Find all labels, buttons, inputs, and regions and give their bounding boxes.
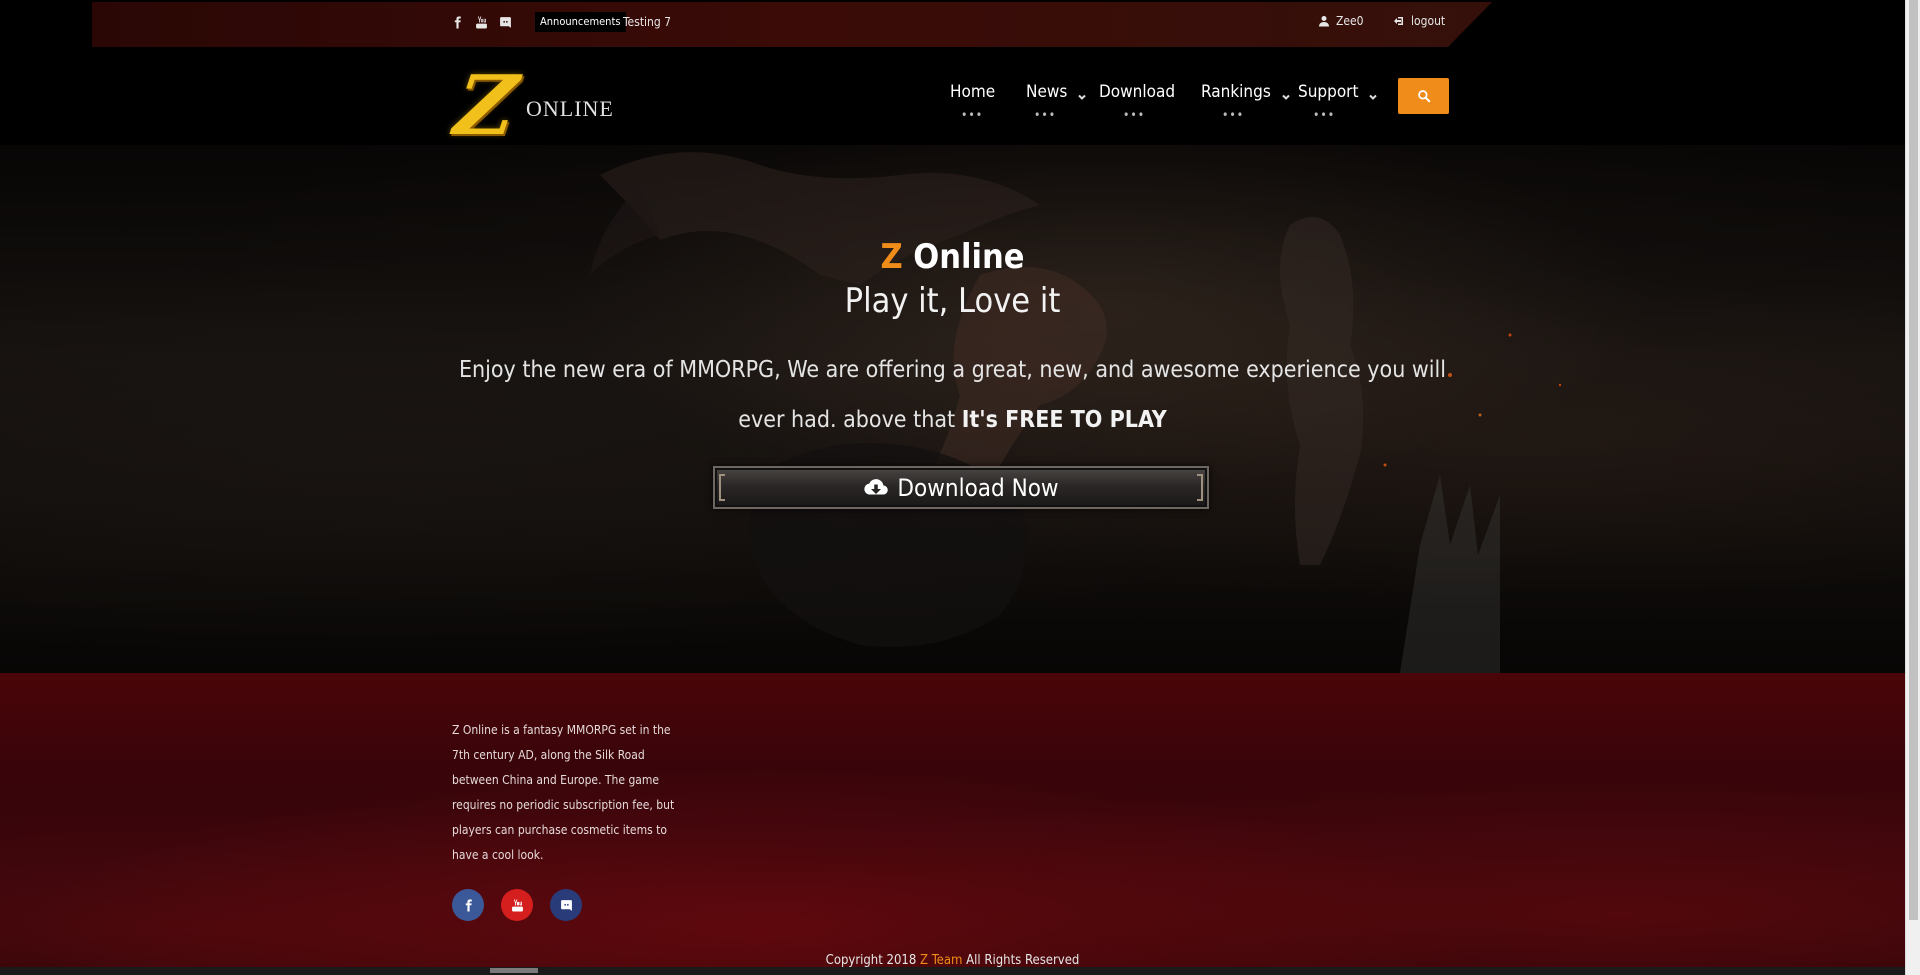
nav-news-dots: ••• bbox=[1034, 108, 1057, 122]
nav-rankings-label: Rankings bbox=[1201, 82, 1271, 102]
logout-label: logout bbox=[1411, 14, 1446, 28]
hero-title: Z Online bbox=[0, 237, 1905, 277]
chevron-down-icon bbox=[1368, 87, 1378, 100]
facebook-icon[interactable] bbox=[450, 14, 464, 30]
nav-download-dots: ••• bbox=[1123, 108, 1146, 122]
copyright-team-link[interactable]: Z Team bbox=[920, 953, 962, 968]
user-link[interactable]: Zee0 bbox=[1318, 14, 1364, 28]
nav-support-dots: ••• bbox=[1313, 108, 1336, 122]
youtube-icon[interactable] bbox=[474, 14, 488, 30]
user-icon bbox=[1319, 16, 1329, 27]
nav-home[interactable]: Home bbox=[950, 82, 995, 102]
announcements-badge: Announcements bbox=[535, 12, 626, 32]
topbar-social-links bbox=[450, 14, 512, 30]
nav-news-label: News bbox=[1026, 82, 1068, 102]
discord-icon[interactable] bbox=[498, 14, 512, 30]
nav-support-label: Support bbox=[1298, 82, 1359, 102]
logout-link[interactable]: logout bbox=[1393, 14, 1445, 28]
hero-title-z: Z bbox=[880, 237, 903, 277]
top-bar bbox=[92, 2, 1492, 47]
vertical-scrollbar[interactable] bbox=[1905, 0, 1920, 975]
logo-word: ONLINE bbox=[526, 96, 614, 121]
sign-out-icon bbox=[1394, 17, 1403, 25]
hero-subtitle: Play it, Love it bbox=[844, 281, 1061, 321]
footer-social-links bbox=[452, 889, 582, 921]
logo-letter: Z bbox=[449, 58, 523, 154]
cloud-download-icon bbox=[864, 478, 889, 495]
button-corner-right bbox=[1197, 474, 1203, 501]
horizontal-scrollbar-thumb[interactable] bbox=[490, 968, 538, 973]
chevron-down-icon bbox=[1281, 87, 1291, 100]
nav-home-dots: ••• bbox=[961, 108, 984, 122]
copyright-suffix: All Rights Reserved bbox=[962, 953, 1080, 968]
hero-banner: Z Online Play it, Love it Enjoy the new … bbox=[0, 145, 1905, 673]
footer-facebook-button[interactable] bbox=[452, 889, 484, 921]
horizontal-scrollbar[interactable] bbox=[0, 967, 1905, 975]
nav-rankings[interactable]: Rankings bbox=[1201, 82, 1291, 102]
discord-icon bbox=[560, 899, 572, 911]
nav-rankings-dots: ••• bbox=[1222, 108, 1245, 122]
nav-news[interactable]: News bbox=[1026, 82, 1087, 102]
username: Zee0 bbox=[1336, 14, 1364, 28]
copyright-prefix: Copyright 2018 bbox=[825, 953, 920, 968]
footer-about: Z Online is a fantasy MMORPG set in the … bbox=[452, 723, 675, 862]
announcement-ticker[interactable]: Testing 7 bbox=[623, 14, 671, 30]
download-now-button[interactable]: Download Now bbox=[713, 466, 1209, 509]
footer-youtube-button[interactable] bbox=[501, 889, 533, 921]
search-button[interactable] bbox=[1398, 78, 1449, 114]
nav-download[interactable]: Download bbox=[1099, 82, 1175, 102]
chevron-down-icon bbox=[1077, 87, 1087, 100]
hero-description: Enjoy the new era of MMORPG, We are offe… bbox=[450, 345, 1455, 445]
download-now-label: Download Now bbox=[897, 473, 1059, 502]
search-icon bbox=[1417, 90, 1430, 103]
copyright-text: Copyright 2018 Z Team All Rights Reserve… bbox=[0, 953, 1905, 968]
nav-support[interactable]: Support bbox=[1298, 82, 1378, 102]
hero-title-online: Online bbox=[902, 237, 1025, 277]
facebook-icon bbox=[465, 899, 472, 911]
hero-description-text: Enjoy the new era of MMORPG, We are offe… bbox=[458, 357, 1447, 433]
footer-discord-button[interactable] bbox=[550, 889, 582, 921]
vertical-scrollbar-thumb[interactable] bbox=[1909, 0, 1918, 920]
site-logo[interactable]: Z ONLINE bbox=[449, 58, 616, 154]
hero-description-bold: It's FREE TO PLAY bbox=[961, 407, 1167, 433]
nav-home-label: Home bbox=[950, 82, 996, 102]
site-footer: Z Online is a fantasy MMORPG set in the … bbox=[0, 673, 1905, 975]
youtube-icon bbox=[511, 899, 523, 911]
button-corner-left bbox=[719, 474, 725, 501]
nav-download-label: Download bbox=[1099, 82, 1176, 102]
